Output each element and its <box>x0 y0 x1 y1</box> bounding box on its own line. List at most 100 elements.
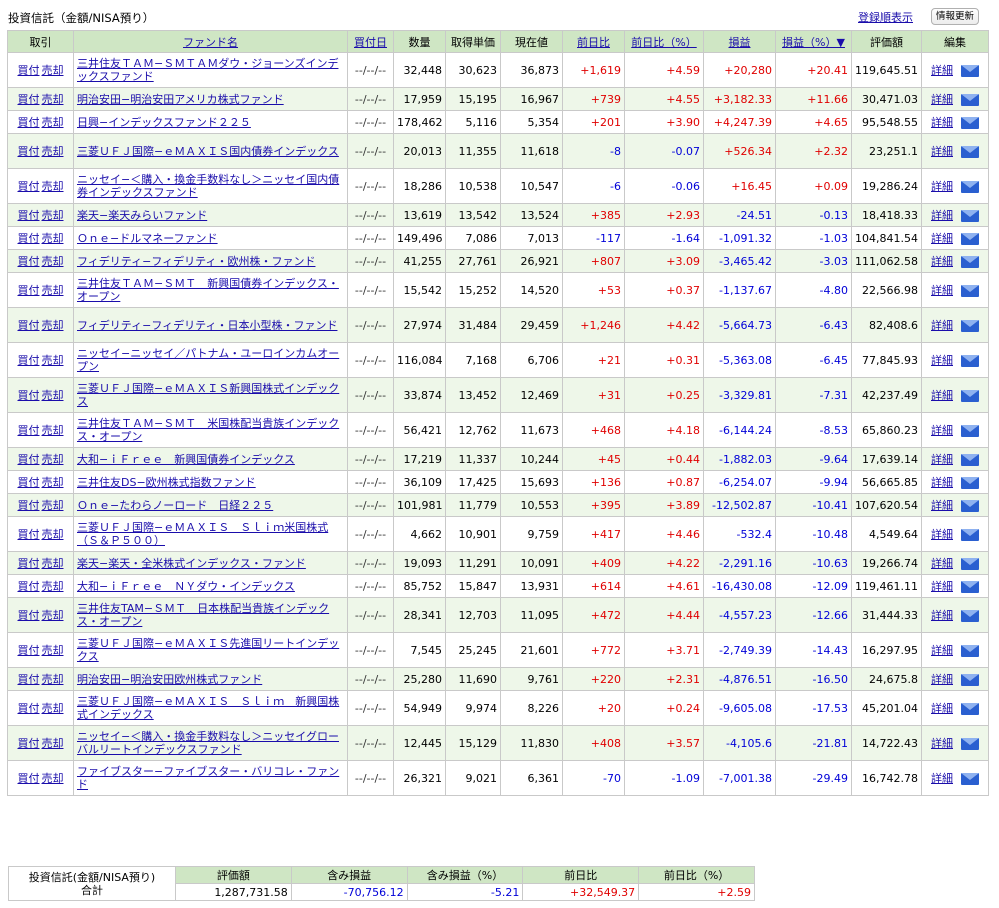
col-pl[interactable]: 損益 <box>703 30 776 53</box>
buy-link[interactable]: 買付 <box>18 354 40 367</box>
detail-link[interactable]: 詳細 <box>931 673 953 686</box>
fund-name-link[interactable]: フィデリティ−フィデリティ・欧州株・ファンド <box>77 255 315 268</box>
buy-link[interactable]: 買付 <box>18 389 40 402</box>
sell-link[interactable]: 売却 <box>42 557 64 570</box>
detail-link[interactable]: 詳細 <box>931 528 953 541</box>
mail-icon[interactable] <box>961 145 979 158</box>
buy-link[interactable]: 買付 <box>18 116 40 129</box>
detail-link[interactable]: 詳細 <box>931 64 953 77</box>
detail-link[interactable]: 詳細 <box>931 209 953 222</box>
refresh-button[interactable]: 情報更新 <box>931 8 980 25</box>
sell-link[interactable]: 売却 <box>42 499 64 512</box>
sort-change-pct-link[interactable]: 前日比（%） <box>631 36 696 49</box>
sell-link[interactable]: 売却 <box>42 232 64 245</box>
sell-link[interactable]: 売却 <box>42 673 64 686</box>
detail-link[interactable]: 詳細 <box>931 609 953 622</box>
sell-link[interactable]: 売却 <box>42 580 64 593</box>
fund-name-link[interactable]: Ｏｎｅ−たわらノーロード 日経２２５ <box>77 499 273 512</box>
buy-link[interactable]: 買付 <box>18 609 40 622</box>
mail-icon[interactable] <box>961 255 979 268</box>
col-fund-name[interactable]: ファンド名 <box>73 30 348 53</box>
mail-icon[interactable] <box>961 354 979 367</box>
col-change[interactable]: 前日比 <box>562 30 625 53</box>
sell-link[interactable]: 売却 <box>42 453 64 466</box>
fund-name-link[interactable]: ニッセイ−ニッセイ／パトナム・ユーロインカムオープン <box>77 347 339 373</box>
sell-link[interactable]: 売却 <box>42 476 64 489</box>
fund-name-link[interactable]: 三井住友ＴＡＭ−ＳＭＴＡＭダウ・ジョーンズインデックスファンド <box>77 57 338 83</box>
fund-name-link[interactable]: 日興−インデックスファンド２２５ <box>77 116 251 129</box>
mail-icon[interactable] <box>961 644 979 657</box>
mail-icon[interactable] <box>961 64 979 77</box>
buy-link[interactable]: 買付 <box>18 673 40 686</box>
sort-change-link[interactable]: 前日比 <box>577 36 610 49</box>
buy-link[interactable]: 買付 <box>18 580 40 593</box>
buy-link[interactable]: 買付 <box>18 499 40 512</box>
sell-link[interactable]: 売却 <box>42 389 64 402</box>
sell-link[interactable]: 売却 <box>42 64 64 77</box>
buy-link[interactable]: 買付 <box>18 64 40 77</box>
mail-icon[interactable] <box>961 389 979 402</box>
detail-link[interactable]: 詳細 <box>931 319 953 332</box>
sort-buy-date-link[interactable]: 買付日 <box>354 36 387 49</box>
fund-name-link[interactable]: 楽天−楽天・全米株式インデックス・ファンド <box>77 557 306 570</box>
sell-link[interactable]: 売却 <box>42 528 64 541</box>
buy-link[interactable]: 買付 <box>18 528 40 541</box>
mail-icon[interactable] <box>961 580 979 593</box>
fund-name-link[interactable]: ニッセイ−＜購入・換金手数料なし＞ニッセイグローバルリートインデックスファンド <box>77 730 339 756</box>
detail-link[interactable]: 詳細 <box>931 145 953 158</box>
sell-link[interactable]: 売却 <box>42 772 64 785</box>
fund-name-link[interactable]: ファイブスター−ファイブスター・バリコレ・ファンド <box>77 765 339 791</box>
buy-link[interactable]: 買付 <box>18 702 40 715</box>
sort-pl-pct-link[interactable]: 損益（%）▼ <box>782 36 845 49</box>
detail-link[interactable]: 詳細 <box>931 737 953 750</box>
buy-link[interactable]: 買付 <box>18 453 40 466</box>
fund-name-link[interactable]: 明治安田−明治安田欧州株式ファンド <box>77 673 262 686</box>
sell-link[interactable]: 売却 <box>42 180 64 193</box>
buy-link[interactable]: 買付 <box>18 145 40 158</box>
sell-link[interactable]: 売却 <box>42 93 64 106</box>
col-pl-pct[interactable]: 損益（%）▼ <box>775 30 852 53</box>
detail-link[interactable]: 詳細 <box>931 116 953 129</box>
fund-name-link[interactable]: 三井住友ＴＡＭ−ＳＭＴ 新興国債券インデックス・オープン <box>77 277 339 303</box>
mail-icon[interactable] <box>961 528 979 541</box>
mail-icon[interactable] <box>961 232 979 245</box>
mail-icon[interactable] <box>961 284 979 297</box>
detail-link[interactable]: 詳細 <box>931 93 953 106</box>
fund-name-link[interactable]: 明治安田−明治安田アメリカ株式ファンド <box>77 93 284 106</box>
sell-link[interactable]: 売却 <box>42 116 64 129</box>
buy-link[interactable]: 買付 <box>18 232 40 245</box>
buy-link[interactable]: 買付 <box>18 93 40 106</box>
sell-link[interactable]: 売却 <box>42 284 64 297</box>
detail-link[interactable]: 詳細 <box>931 424 953 437</box>
buy-link[interactable]: 買付 <box>18 209 40 222</box>
fund-name-link[interactable]: 三井住友TAM−ＳＭＴ 日本株配当貴族インデックス・オープン <box>77 602 329 628</box>
detail-link[interactable]: 詳細 <box>931 772 953 785</box>
buy-link[interactable]: 買付 <box>18 476 40 489</box>
fund-name-link[interactable]: 三菱ＵＦＪ国際−ｅＭＡＸＩＳ国内債券インデックス <box>77 145 339 158</box>
mail-icon[interactable] <box>961 557 979 570</box>
mail-icon[interactable] <box>961 737 979 750</box>
fund-name-link[interactable]: 三井住友DS−欧州株式指数ファンド <box>77 476 256 489</box>
sell-link[interactable]: 売却 <box>42 737 64 750</box>
sell-link[interactable]: 売却 <box>42 145 64 158</box>
sell-link[interactable]: 売却 <box>42 424 64 437</box>
fund-name-link[interactable]: フィデリティ−フィデリティ・日本小型株・ファンド <box>77 319 337 332</box>
buy-link[interactable]: 買付 <box>18 424 40 437</box>
fund-name-link[interactable]: 三井住友ＴＡＭ−ＳＭＴ 米国株配当貴族インデックス・オープン <box>77 417 339 443</box>
mail-icon[interactable] <box>961 702 979 715</box>
detail-link[interactable]: 詳細 <box>931 354 953 367</box>
detail-link[interactable]: 詳細 <box>931 180 953 193</box>
mail-icon[interactable] <box>961 673 979 686</box>
sell-link[interactable]: 売却 <box>42 209 64 222</box>
sell-link[interactable]: 売却 <box>42 354 64 367</box>
mail-icon[interactable] <box>961 319 979 332</box>
detail-link[interactable]: 詳細 <box>931 476 953 489</box>
fund-name-link[interactable]: ニッセイ−＜購入・換金手数料なし＞ニッセイ国内債券インデックスファンド <box>77 173 339 199</box>
fund-name-link[interactable]: 三菱ＵＦＪ国際−ｅＭＡＸＩＳ Ｓｌｉｍ米国株式（Ｓ＆Ｐ５００） <box>77 521 328 547</box>
buy-link[interactable]: 買付 <box>18 319 40 332</box>
sell-link[interactable]: 売却 <box>42 702 64 715</box>
buy-link[interactable]: 買付 <box>18 180 40 193</box>
mail-icon[interactable] <box>961 93 979 106</box>
mail-icon[interactable] <box>961 116 979 129</box>
detail-link[interactable]: 詳細 <box>931 453 953 466</box>
